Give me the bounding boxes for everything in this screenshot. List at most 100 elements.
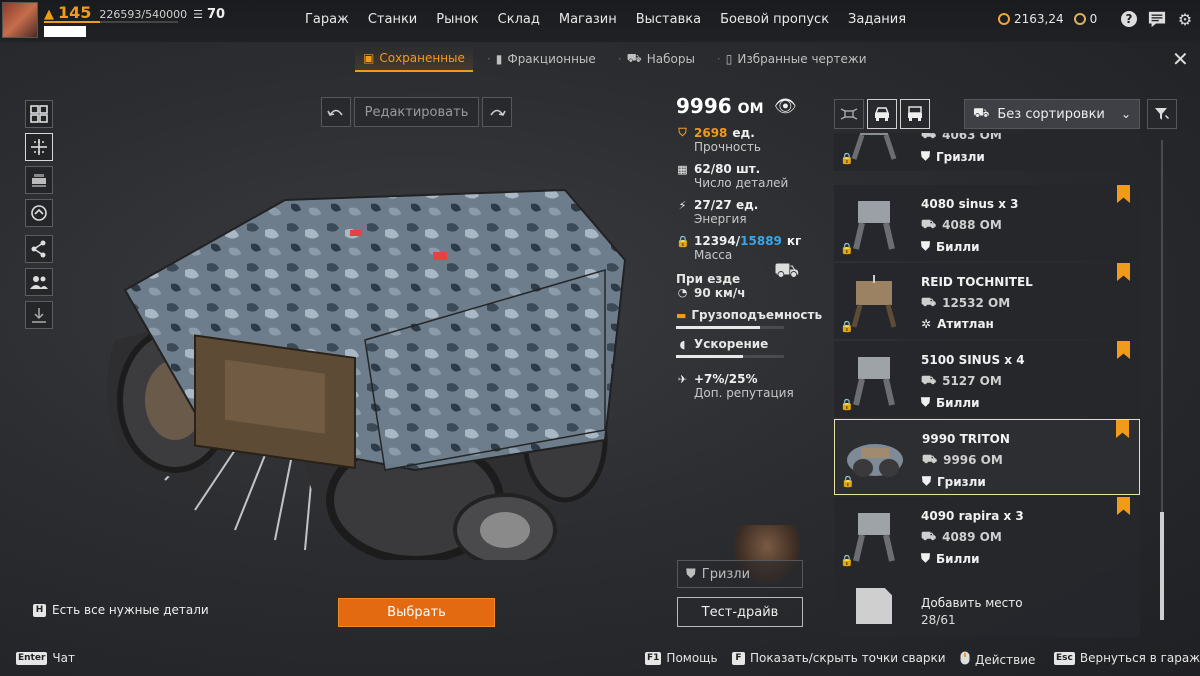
hint-back[interactable]: Esc Вернуться в гараж [1054,651,1200,665]
separator-dot: · [716,52,721,66]
bookmark-icon[interactable] [1117,263,1130,281]
messages-icon[interactable] [1148,10,1166,28]
saved-builds-list[interactable]: 🔒 ⛟ 4063 ОМ ⛊ Гризли 🔒 4080 sinus x 3 ⛟ 408… [834,133,1140,637]
build-card-selected[interactable]: 🔒 9990 TRITON ⛟ 9996 ОМ ⛊ Гризли [834,419,1140,495]
bookmark-icon[interactable] [1117,341,1130,359]
build-faction: ✲ Атитлан [921,317,994,331]
edit-button[interactable]: Редактировать [354,97,479,127]
build-faction: ⛊ Гризли [922,474,986,489]
level-up-icon: ▲ [44,7,54,22]
nav-exhibition[interactable]: Выставка [636,12,701,27]
build-power: ⛟ 9996 ОМ [922,452,1003,468]
player-name-redacted [44,26,86,37]
faction-shield-icon: ⛊ [686,566,696,582]
hint-help[interactable]: F1 Помощь [645,651,718,665]
currency-display[interactable]: 2163,24 0 [998,12,1097,26]
xp-bar [44,21,178,23]
power-value: 9996 [676,94,732,118]
tab-saved[interactable]: ▣ Сохраненные [355,46,473,72]
build-faction-label: Гризли [937,474,986,489]
truck-filter-icon[interactable] [900,99,930,129]
nav-shop[interactable]: Магазин [559,12,617,27]
car-icon: ⛟ [921,295,937,309]
save-icon: ▣ [363,51,375,65]
add-slot-button[interactable]: Добавить место 28/61 [834,574,1140,637]
hint-help-label: Помощь [666,651,718,665]
hint-weld-points[interactable]: F Показать/скрыть точки сварки [732,651,946,665]
faction-button[interactable]: ⛊ Гризли [677,560,803,588]
nav-workbenches[interactable]: Станки [368,12,417,27]
build-faction: ⛊ Билли [921,395,980,410]
bookmark-icon: ▯ [725,52,733,66]
build-card[interactable]: 🔒 ⛟ 4063 ОМ ⛊ Гризли [834,133,1140,171]
sort-label: Без сортировки [997,106,1105,122]
select-button[interactable]: Выбрать [338,598,495,627]
share-icon[interactable] [25,235,53,263]
car-icon: ⛟ [921,373,937,387]
nav-market[interactable]: Рынок [436,12,478,27]
build-name: 9990 TRITON [922,432,1010,446]
main-nav: Гараж Станки Рынок Склад Магазин Выставк… [305,12,925,27]
have-all-label: Есть все нужные детали [52,603,209,617]
build-faction-label: Гризли [936,149,985,164]
mass-unit: кг [786,234,802,248]
hint-weld-label: Показать/скрыть точки сварки [750,651,946,665]
build-power-value: 4063 ОМ [942,133,1002,142]
tab-faction[interactable]: · ▮ Фракционные [473,46,604,72]
lock-icon: 🔒 [840,242,854,255]
tab-kits[interactable]: · ⛟ Наборы [604,46,703,72]
mass-max: 15889 [740,234,782,248]
have-all-parts-indicator: H Есть все нужные детали [33,603,209,617]
grid-view-icon[interactable] [25,100,53,128]
nav-battle-pass[interactable]: Боевой пропуск [720,12,829,27]
vehicle-3d-view[interactable] [85,140,645,560]
download-icon[interactable] [25,301,53,329]
bookmark-icon[interactable] [1117,185,1130,203]
visibility-eye-icon[interactable]: 👁 [774,96,797,117]
build-card[interactable]: 🔒 4090 rapira x 3 ⛟ 4089 ОМ ⛊ Билли [834,497,1140,573]
build-power: ⛟ 4089 ОМ [921,529,1002,545]
nav-missions[interactable]: Задания [848,12,906,27]
build-card[interactable]: 🔒 5100 SINUS x 4 ⛟ 5127 ОМ ⛊ Билли [834,341,1140,417]
filter-icon[interactable] [1147,99,1177,129]
lock-icon: 🔒 [841,475,855,488]
level-number: 145 [58,3,92,22]
car-filter-icon[interactable] [867,99,897,129]
group-users-icon[interactable] [25,268,53,296]
build-power: ⛟ 4088 ОМ [921,217,1002,233]
build-card[interactable]: 🔒 4080 sinus x 3 ⛟ 4088 ОМ ⛊ Билли [834,185,1140,261]
acceleration-icon: ◖ [679,337,686,351]
tab-faction-label: Фракционные [507,52,596,66]
build-card[interactable]: 🔒 REID TOCHNITEL ⛟ 12532 ОМ ✲ Атитлан [834,263,1140,339]
bookmark-icon[interactable] [1116,420,1129,438]
kit-icon: ⛟ [626,51,642,65]
test-drive-button[interactable]: Тест-драйв [677,597,803,627]
faction-shield-icon: ⛊ [921,149,931,163]
paint-tool-icon[interactable] [25,166,53,194]
nav-garage[interactable]: Гараж [305,12,349,27]
drone-filter-icon[interactable] [834,99,864,129]
hint-chat[interactable]: Enter Чат [16,651,75,665]
sort-dropdown[interactable]: ⛟ Без сортировки ⌄ [964,99,1140,129]
list-scrollbar-thumb[interactable] [1160,512,1164,620]
help-icon[interactable]: ? [1120,10,1138,28]
xp-text: 226593/540000 [99,8,188,21]
close-icon[interactable]: ✕ [1172,47,1189,71]
rotate-left-icon[interactable] [321,97,351,127]
rotate-right-icon[interactable] [482,97,512,127]
subtabs: ▣ Сохраненные · ▮ Фракционные · ⛟ Наборы… [355,46,875,72]
nav-storage[interactable]: Склад [498,12,540,27]
speed-value: 90 км/ч [694,286,746,300]
key-f1: F1 [645,651,662,665]
move-tool-icon[interactable] [25,133,53,161]
player-avatar[interactable] [2,2,38,38]
load-bar-fill [676,326,761,329]
bottom-hint-bar: Enter Чат F1 Помощь F Показать/скрыть то… [0,640,1200,676]
hint-action[interactable]: Действие [960,651,1035,668]
settings-gear-icon[interactable]: ⚙ [1176,10,1194,29]
camera-rotate-icon[interactable] [25,199,53,227]
top-icons: ? ⚙ [1120,10,1194,29]
player-level: ▲ 145 226593/540000 ☰ 70 [44,3,225,22]
bookmark-icon[interactable] [1117,497,1130,515]
tab-favorite-blueprints[interactable]: · ▯ Избранные чертежи [703,46,875,72]
